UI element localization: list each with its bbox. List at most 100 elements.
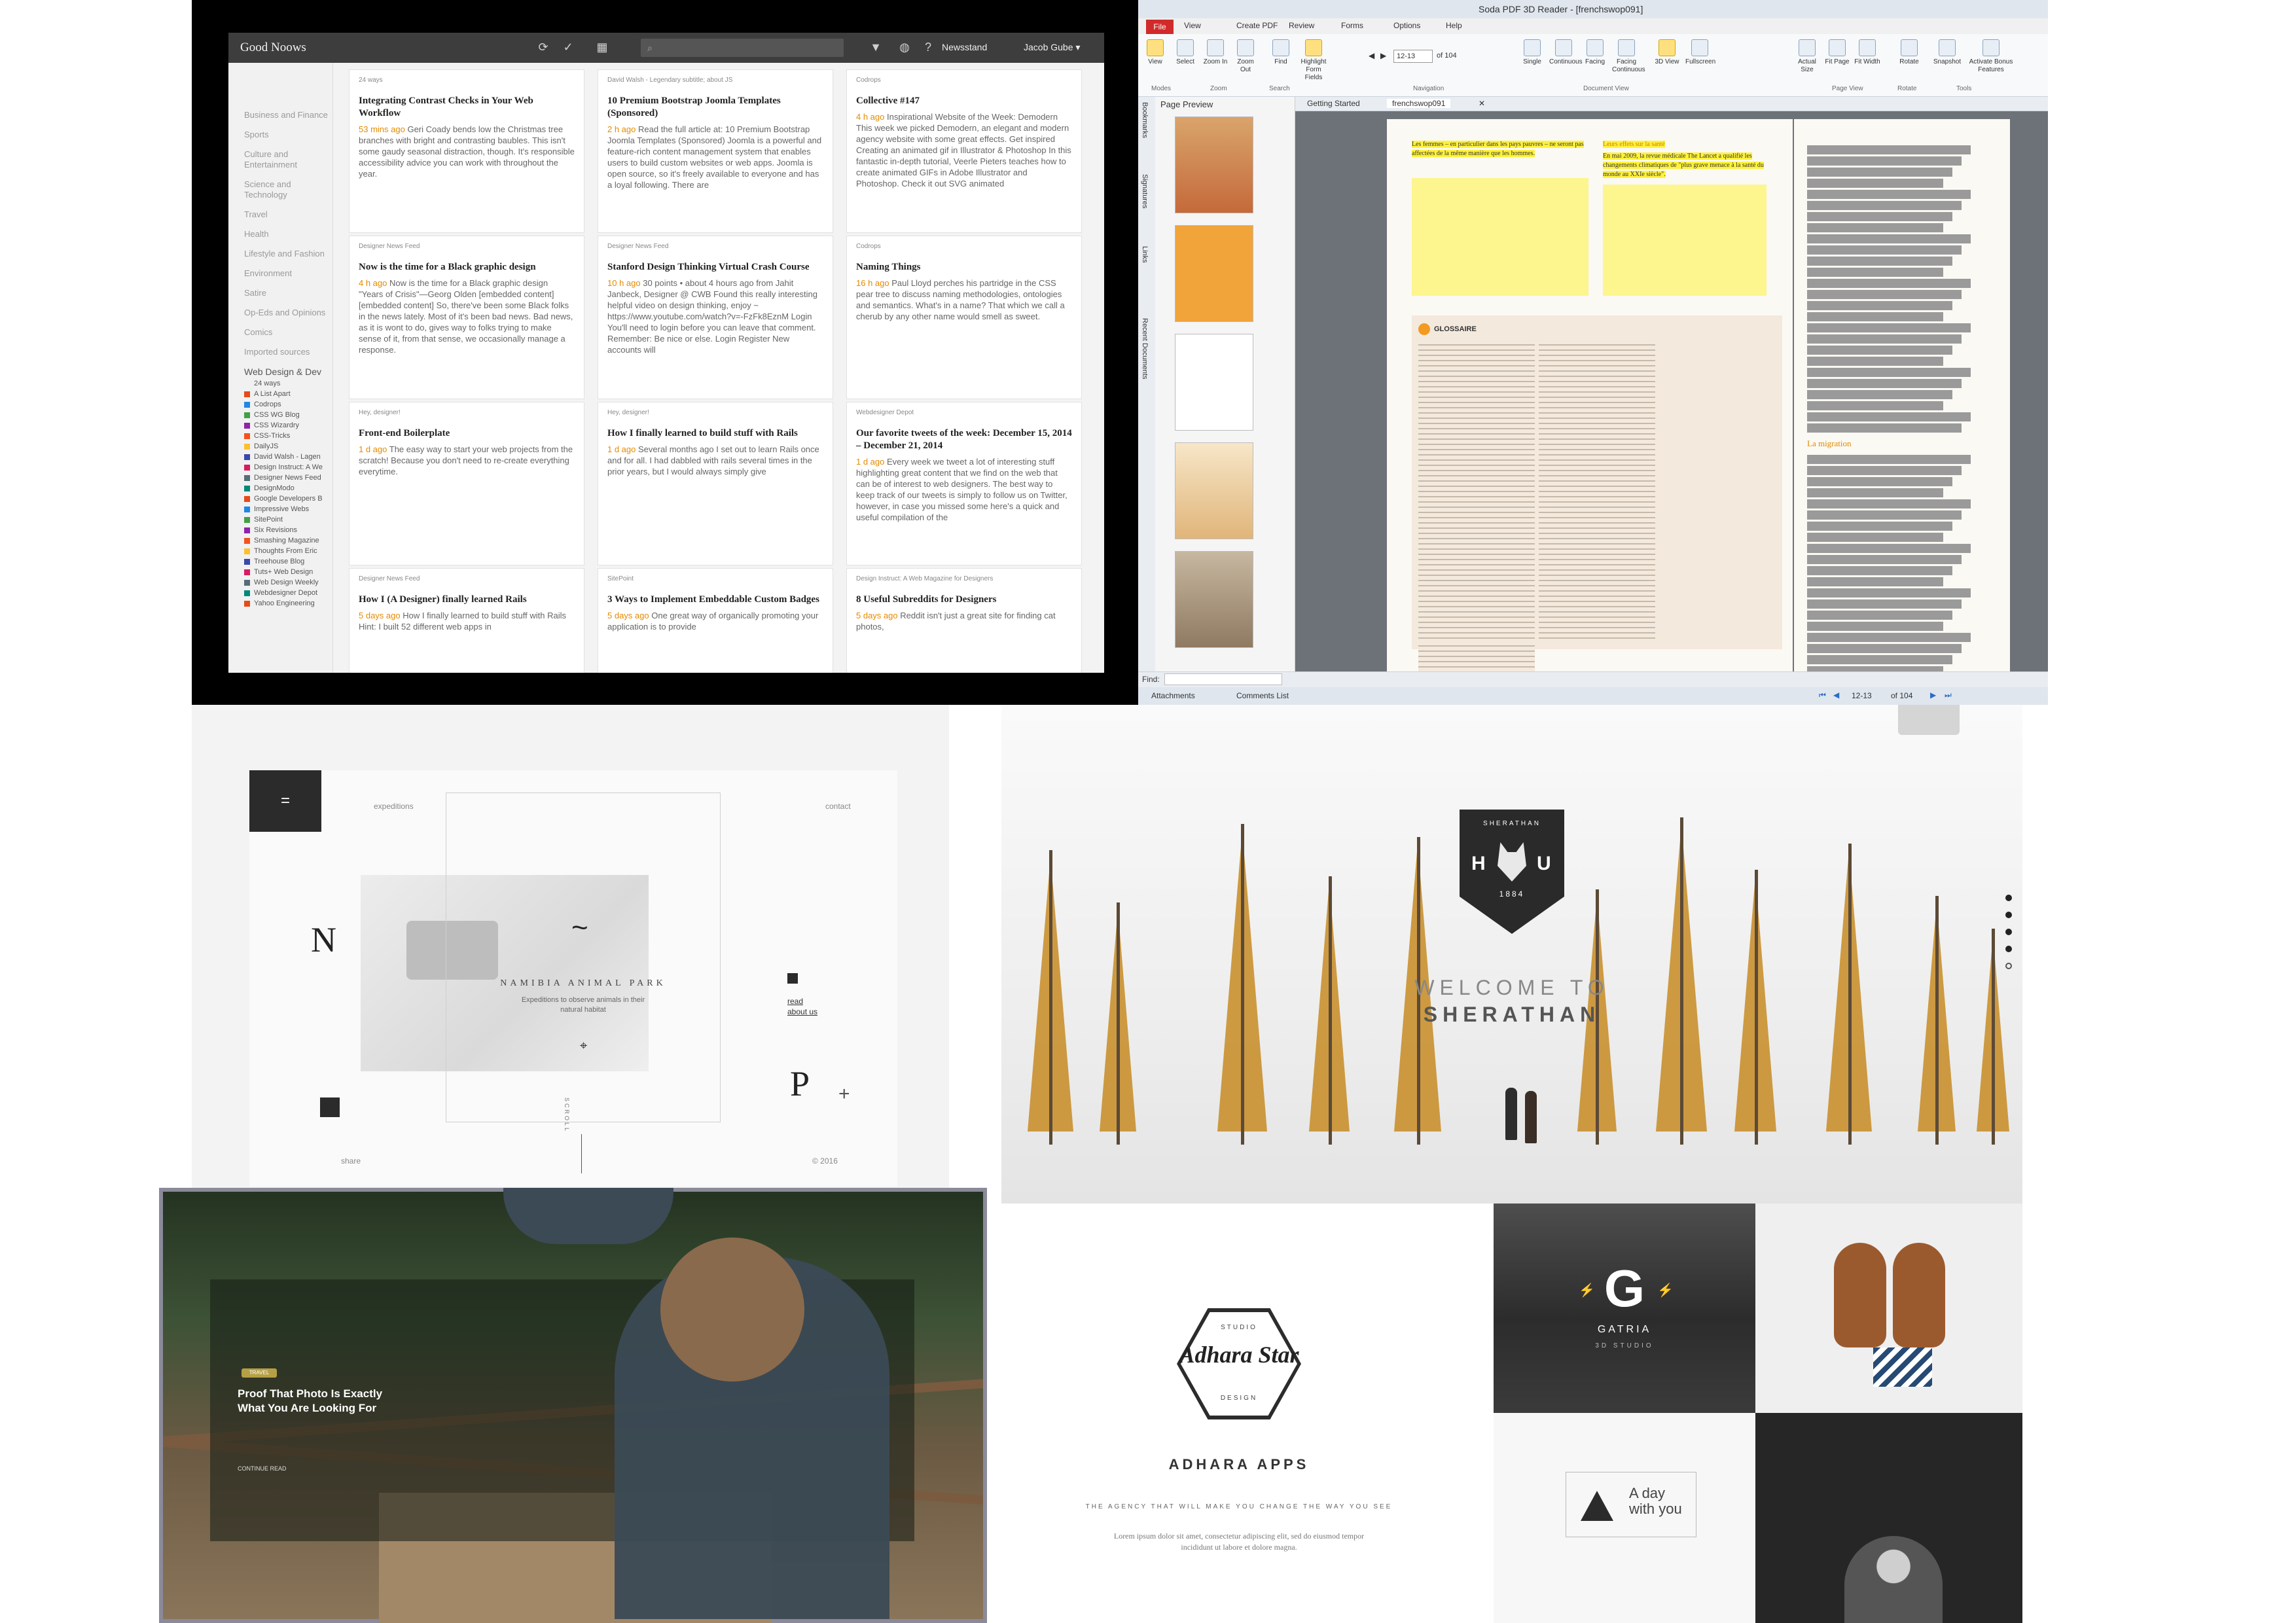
about-us-link[interactable]: about us <box>787 1007 817 1016</box>
previous-page-icon[interactable]: ◀ <box>1369 51 1374 60</box>
sidebar-category[interactable]: Sports <box>244 130 332 140</box>
page-thumbnail[interactable] <box>1175 442 1253 539</box>
filter-icon[interactable]: ▼ <box>869 40 883 54</box>
page-thumbnail[interactable] <box>1175 551 1253 648</box>
sidebar-source[interactable]: Smashing Magazine <box>244 535 332 546</box>
ribbon-button-3d-view[interactable]: 3D View <box>1653 39 1681 66</box>
card-title[interactable]: Naming Things <box>856 261 1072 274</box>
article-card[interactable]: Hey, designer! Front-end Boilerplate 1 d a… <box>349 402 584 565</box>
side-tab-recent-documents[interactable]: Recent Documents <box>1141 318 1149 380</box>
side-tab-signatures[interactable]: Signatures <box>1141 174 1149 209</box>
sidebar-source[interactable]: A List Apart <box>244 389 332 399</box>
ribbon-button-facing-continuous[interactable]: Facing Continuous <box>1612 39 1645 74</box>
ribbon-button-single[interactable]: Single <box>1518 39 1547 66</box>
sidebar-source[interactable]: DailyJS <box>244 441 332 452</box>
sidebar-category[interactable]: Business and Finance <box>244 110 332 120</box>
sidebar-category[interactable]: Imported sources <box>244 347 332 357</box>
next-page-icon[interactable]: ▶ <box>1380 51 1386 60</box>
article-card[interactable]: Hey, designer! How I finally learned to b… <box>598 402 833 565</box>
nav-expeditions[interactable]: expeditions <box>374 802 414 811</box>
slide-dot-active[interactable] <box>2005 963 2012 969</box>
ribbon-button-snapshot[interactable]: Snapshot <box>1933 39 1962 66</box>
article-card[interactable]: Codrops Naming Things 16 h ago Paul Lloyd … <box>846 236 1082 399</box>
ribbon-tab-options[interactable]: Options <box>1393 21 1420 30</box>
sidebar-source[interactable]: Google Developers B <box>244 493 332 504</box>
status-page-number[interactable]: 12-13 <box>1852 691 1872 700</box>
help-icon[interactable]: ? <box>921 40 935 54</box>
ribbon-button-view[interactable]: View <box>1141 39 1170 66</box>
sidebar-source[interactable]: Impressive Webs <box>244 504 332 514</box>
slide-dot[interactable] <box>2005 895 2012 901</box>
continue-link[interactable]: CONTINUE READ <box>238 1465 287 1472</box>
category-badge[interactable]: TRAVEL <box>242 1368 277 1378</box>
side-tab-bookmarks[interactable]: Bookmarks <box>1141 102 1149 138</box>
sidebar-source[interactable]: Designer News Feed <box>244 473 332 483</box>
check-icon[interactable]: ✓ <box>561 40 575 54</box>
article-card[interactable]: 24 ways Integrating Contrast Checks in Yo… <box>349 69 584 233</box>
ribbon-button-select[interactable]: Select <box>1171 39 1200 66</box>
sidebar-source[interactable]: Tuts+ Web Design <box>244 567 332 577</box>
attachments-tab[interactable]: Attachments <box>1151 691 1195 700</box>
card-title[interactable]: Front-end Boilerplate <box>359 427 575 440</box>
ribbon-button-facing[interactable]: Facing <box>1581 39 1609 66</box>
read-link[interactable]: read <box>787 997 803 1006</box>
sidebar-category[interactable]: Health <box>244 229 332 240</box>
ribbon-button-zoom-in[interactable]: Zoom In <box>1201 39 1230 66</box>
sidebar-category[interactable]: Environment <box>244 268 332 279</box>
article-card[interactable]: David Walsh - Legendary subtitle; about … <box>598 69 833 233</box>
sidebar-source[interactable]: DesignModo <box>244 483 332 493</box>
refresh-icon[interactable]: ⟳ <box>536 40 550 54</box>
sidebar-source[interactable]: Codrops <box>244 399 332 410</box>
sidebar-source[interactable]: Six Revisions <box>244 525 332 535</box>
article-card[interactable]: Designer News Feed Stanford Design Thinki… <box>598 236 833 399</box>
ribbon-tab-review[interactable]: Review <box>1289 21 1314 30</box>
first-page-icon[interactable]: ⏮ <box>1819 690 1826 700</box>
tab-document[interactable]: frenchswop091 <box>1387 99 1451 108</box>
ribbon-tab-help[interactable]: Help <box>1446 21 1462 30</box>
ribbon-button-fullscreen[interactable]: Fullscreen <box>1685 39 1715 66</box>
sidebar-source[interactable]: Thoughts From Eric <box>244 546 332 556</box>
grid-view-icon[interactable]: ▦ <box>595 40 609 54</box>
ribbon-button-continuous[interactable]: Continuous <box>1549 39 1583 66</box>
ribbon-button-rotate[interactable]: Rotate <box>1895 39 1924 66</box>
article-card[interactable]: Codrops Collective #147 4 h ago Inspiratio… <box>846 69 1082 233</box>
globe-icon[interactable]: ◍ <box>897 40 912 54</box>
ribbon-tab-create-pdf[interactable]: Create PDF <box>1236 21 1278 30</box>
card-title[interactable]: How I (A Designer) finally learned Rails <box>359 594 575 606</box>
tab-getting-started[interactable]: Getting Started <box>1302 99 1365 108</box>
card-title[interactable]: 10 Premium Bootstrap Joomla Templates (S… <box>607 95 823 120</box>
page-thumbnail[interactable] <box>1175 334 1253 431</box>
ribbon-button-highlight-form-fields[interactable]: Highlight Form Fields <box>1299 39 1328 82</box>
last-page-icon[interactable]: ⏭ <box>1945 690 1952 700</box>
sidebar-source[interactable]: SitePoint <box>244 514 332 525</box>
article-card[interactable]: Design Instruct: A Web Magazine for Desi… <box>846 568 1082 673</box>
sidebar-category[interactable]: Science and Technology <box>244 179 332 200</box>
newsstand-button[interactable]: Newsstand <box>942 42 987 52</box>
card-title[interactable]: Now is the time for a Black graphic desi… <box>359 261 575 274</box>
user-menu[interactable]: Jacob Gube ▾ <box>1024 42 1080 53</box>
side-tab-links[interactable]: Links <box>1141 246 1149 263</box>
sidebar-source[interactable]: David Walsh - Lagen <box>244 452 332 462</box>
sidebar-source[interactable]: Webdesigner Depot <box>244 588 332 598</box>
slide-dot[interactable] <box>2005 946 2012 952</box>
ribbon-button-actual-size[interactable]: Actual Size <box>1793 39 1821 74</box>
sidebar-source[interactable]: Yahoo Engineering <box>244 598 332 609</box>
find-input[interactable] <box>1164 673 1282 685</box>
ribbon-button-fit-width[interactable]: Fit Width <box>1853 39 1882 66</box>
sidebar-category[interactable]: Travel <box>244 209 332 220</box>
share-link[interactable]: share <box>341 1156 361 1166</box>
ribbon-button-find[interactable]: Find <box>1266 39 1295 66</box>
file-menu-button[interactable]: File <box>1146 20 1174 34</box>
page-number-input[interactable]: 12-13 <box>1393 50 1433 63</box>
ribbon-button-activate-bonus-features[interactable]: Activate Bonus Features <box>1968 39 2014 74</box>
article-card[interactable]: Webdesigner Depot Our favorite tweets of … <box>846 402 1082 565</box>
article-card[interactable]: Designer News Feed Now is the time for a … <box>349 236 584 399</box>
card-title[interactable]: Our favorite tweets of the week: Decembe… <box>856 427 1072 452</box>
sidebar-source[interactable]: CSS Wizardry <box>244 420 332 431</box>
card-title[interactable]: How I finally learned to build stuff wit… <box>607 427 823 440</box>
sidebar-source[interactable]: 24 ways <box>244 378 332 389</box>
previous-page-icon[interactable]: ◀ <box>1833 690 1839 700</box>
search-input[interactable]: ⌕ <box>641 39 844 57</box>
card-title[interactable]: 8 Useful Subreddits for Designers <box>856 594 1072 606</box>
sidebar-category[interactable]: Lifestyle and Fashion <box>244 249 332 259</box>
